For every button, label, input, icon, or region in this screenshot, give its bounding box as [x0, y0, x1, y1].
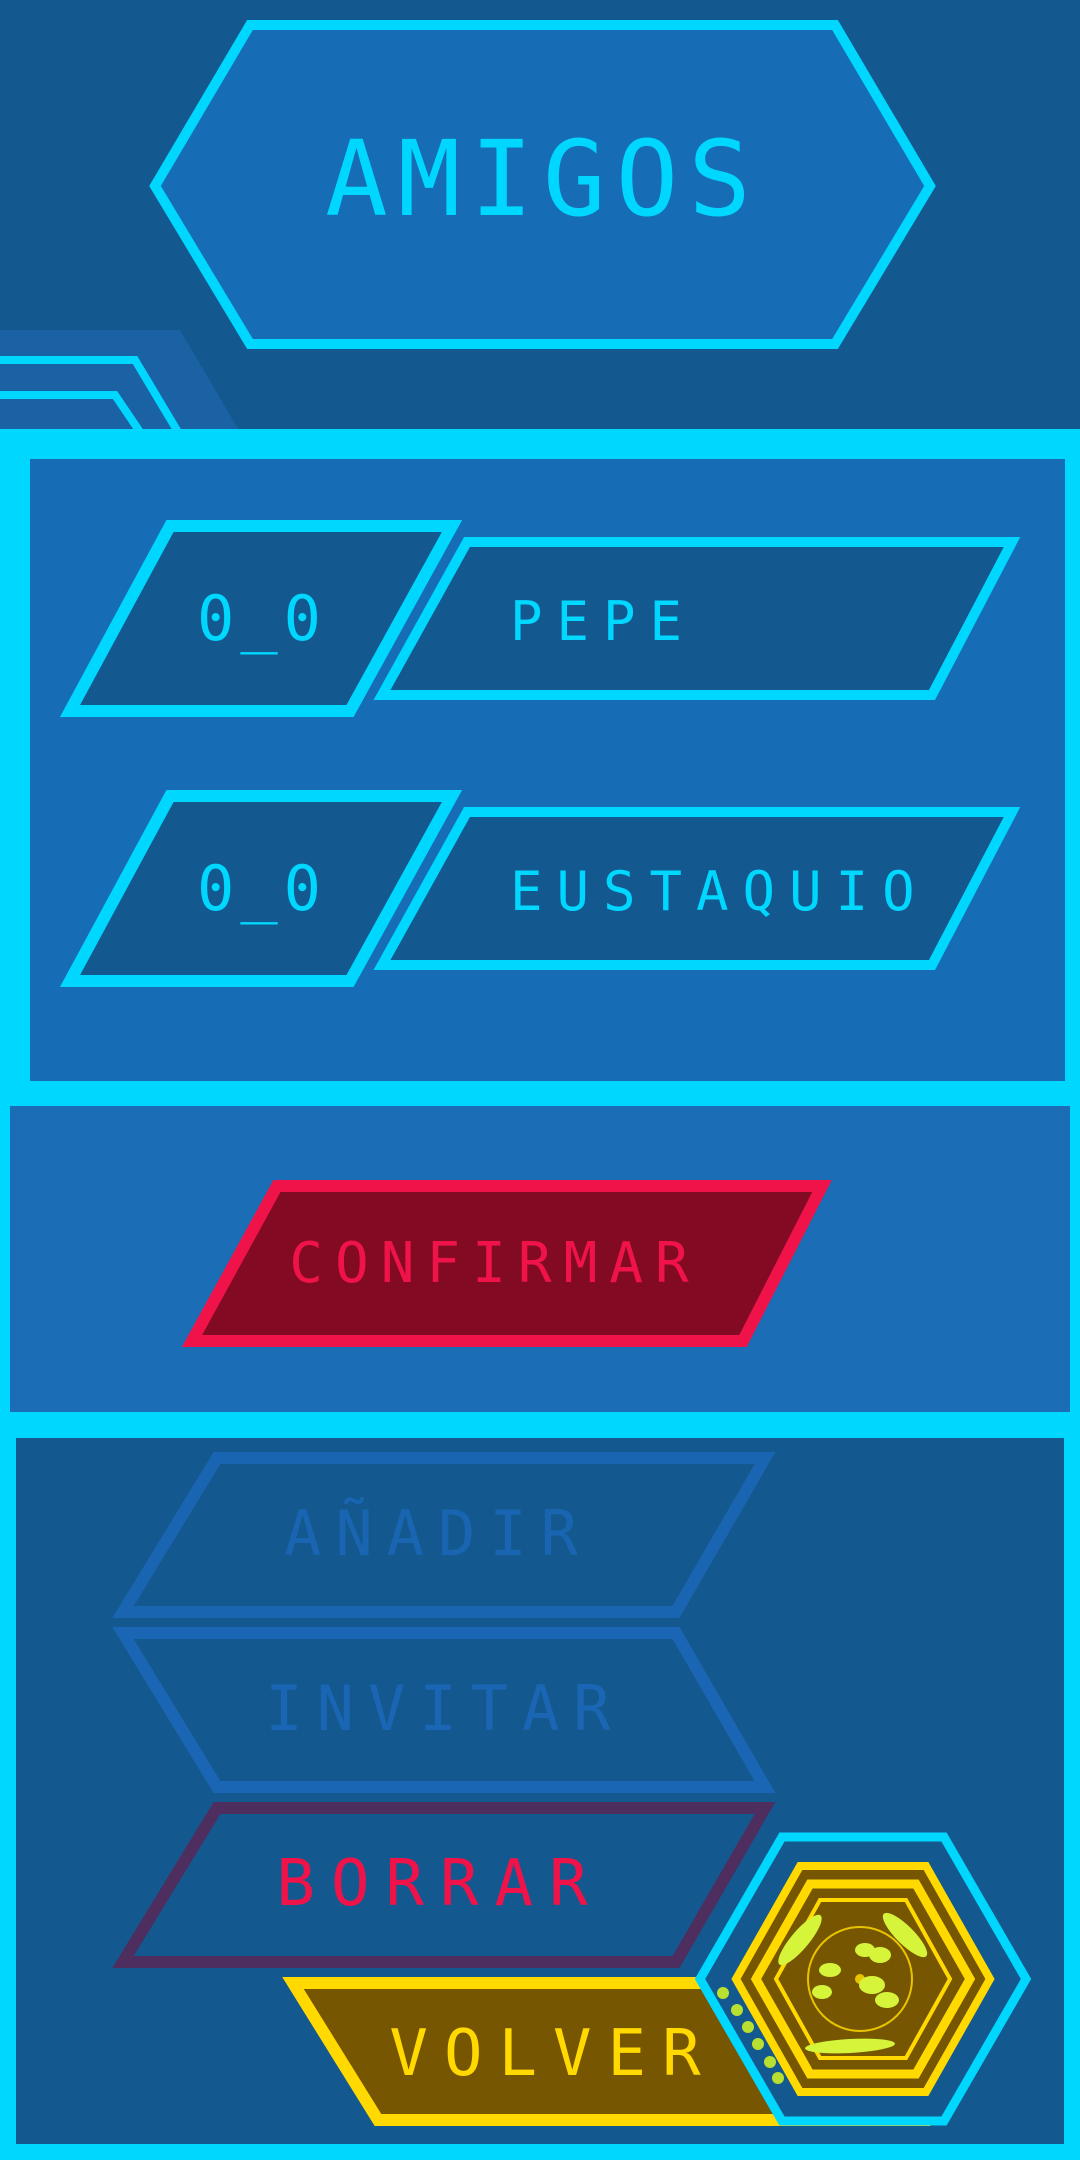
- friend-status: 0_0: [197, 582, 327, 655]
- page-title: AMIGOS: [325, 118, 761, 240]
- add-label: AÑADIR: [284, 1497, 592, 1570]
- title-banner: AMIGOS: [149, 20, 936, 349]
- friend-row[interactable]: 0_0 PEPE: [59, 520, 1021, 717]
- friend-name: PEPE: [510, 590, 696, 653]
- corner-stripes-decoration: [0, 330, 240, 435]
- invite-label: INVITAR: [265, 1672, 624, 1745]
- back-label: VOLVER: [389, 2017, 716, 2091]
- confirm-button[interactable]: CONFIRMAR: [181, 1180, 832, 1347]
- friend-name: EUSTAQUIO: [510, 860, 929, 923]
- friend-row[interactable]: 0_0 EUSTAQUIO: [59, 790, 1021, 987]
- confirm-label: CONFIRMAR: [289, 1231, 700, 1296]
- friend-name-box: [373, 537, 1021, 700]
- friends-screen: AMIGOS 0_0 PEPE 0_0 EUSTAQUIO CONFIRMAR …: [0, 20, 1080, 2160]
- delete-label: BORRAR: [276, 1847, 603, 1921]
- friend-status: 0_0: [197, 852, 327, 925]
